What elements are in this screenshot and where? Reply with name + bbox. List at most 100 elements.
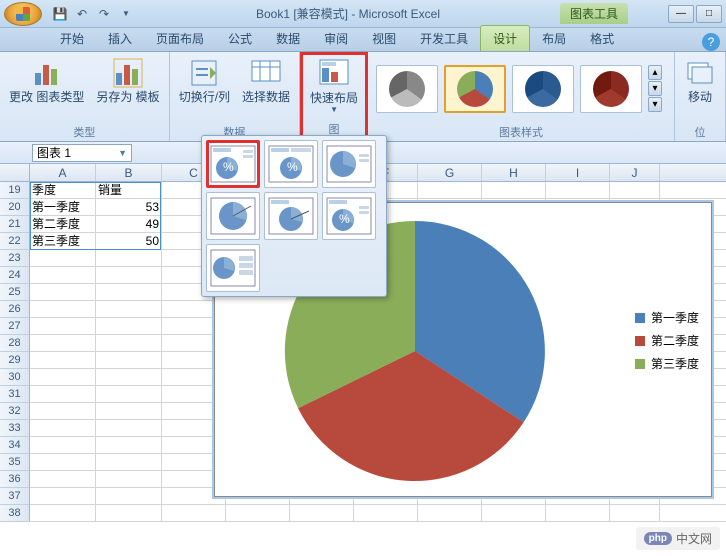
tab-insert[interactable]: 插入	[96, 26, 144, 51]
col-header-B[interactable]: B	[96, 164, 162, 181]
change-chart-type-button[interactable]: 更改 图表类型	[4, 54, 89, 107]
cell[interactable]	[30, 250, 96, 266]
row-header[interactable]: 26	[0, 301, 30, 318]
cell[interactable]	[96, 318, 162, 334]
cell[interactable]: 季度	[30, 182, 96, 198]
minimize-button[interactable]: —	[668, 5, 694, 23]
cell[interactable]	[30, 454, 96, 470]
cell[interactable]	[96, 267, 162, 283]
row-header[interactable]: 34	[0, 437, 30, 454]
row-header[interactable]: 33	[0, 420, 30, 437]
layout-option-7[interactable]	[206, 244, 260, 292]
cell[interactable]	[96, 301, 162, 317]
col-header-J[interactable]: J	[610, 164, 660, 181]
cell[interactable]	[290, 505, 354, 521]
layout-option-3[interactable]	[322, 140, 376, 188]
cell[interactable]	[30, 318, 96, 334]
cell[interactable]	[30, 471, 96, 487]
row-header[interactable]: 25	[0, 284, 30, 301]
layout-option-4[interactable]	[206, 192, 260, 240]
cell[interactable]	[96, 454, 162, 470]
row-header[interactable]: 20	[0, 199, 30, 216]
row-header[interactable]: 19	[0, 182, 30, 199]
cell[interactable]	[30, 420, 96, 436]
cell[interactable]	[30, 505, 96, 521]
row-header[interactable]: 22	[0, 233, 30, 250]
tab-data[interactable]: 数据	[264, 26, 312, 51]
cell[interactable]: 第三季度	[30, 233, 96, 249]
layout-option-6[interactable]: %	[322, 192, 376, 240]
row-header[interactable]: 28	[0, 335, 30, 352]
cell[interactable]	[226, 505, 290, 521]
cell[interactable]	[30, 352, 96, 368]
save-as-template-button[interactable]: 另存为 模板	[91, 54, 164, 107]
chart-style-3[interactable]	[512, 65, 574, 113]
cell[interactable]	[30, 284, 96, 300]
col-header-A[interactable]: A	[30, 164, 96, 181]
cell[interactable]	[96, 420, 162, 436]
cell[interactable]: 第二季度	[30, 216, 96, 232]
gallery-scroll-down-icon[interactable]: ▾	[648, 81, 662, 96]
cell[interactable]	[482, 505, 546, 521]
select-data-button[interactable]: 选择数据	[237, 54, 295, 107]
layout-option-1[interactable]: %	[206, 140, 260, 188]
select-all-corner[interactable]	[0, 164, 30, 181]
cell[interactable]	[610, 505, 660, 521]
col-header-G[interactable]: G	[418, 164, 482, 181]
cell[interactable]	[30, 369, 96, 385]
cell[interactable]	[96, 471, 162, 487]
cell[interactable]	[30, 403, 96, 419]
cell[interactable]	[96, 403, 162, 419]
maximize-button[interactable]: □	[696, 5, 722, 23]
chart-style-1[interactable]	[376, 65, 438, 113]
quick-layout-button[interactable]: 快速布局 ▼	[305, 55, 363, 117]
move-chart-button[interactable]: 移动	[679, 54, 721, 107]
legend-item-q3[interactable]: 第三季度	[635, 355, 699, 372]
gallery-scroll-up-icon[interactable]: ▴	[648, 65, 662, 80]
cell[interactable]	[354, 505, 418, 521]
office-button[interactable]	[4, 2, 42, 26]
cell[interactable]	[96, 488, 162, 504]
switch-row-column-button[interactable]: 切换行/列	[174, 54, 235, 107]
cell[interactable]	[418, 182, 482, 198]
cell[interactable]	[96, 284, 162, 300]
cell[interactable]	[418, 505, 482, 521]
chart-style-2[interactable]	[444, 65, 506, 113]
cell[interactable]	[162, 505, 226, 521]
help-icon[interactable]: ?	[702, 33, 720, 51]
tab-formulas[interactable]: 公式	[216, 26, 264, 51]
row-header[interactable]: 24	[0, 267, 30, 284]
row-header[interactable]: 36	[0, 471, 30, 488]
cell[interactable]	[96, 437, 162, 453]
cell[interactable]	[96, 386, 162, 402]
legend-item-q2[interactable]: 第二季度	[635, 332, 699, 349]
cell[interactable]: 第一季度	[30, 199, 96, 215]
row-header[interactable]: 37	[0, 488, 30, 505]
gallery-more-icon[interactable]: ▾	[648, 97, 662, 112]
cell[interactable]	[96, 505, 162, 521]
cell[interactable]: 50	[96, 233, 162, 249]
row-header[interactable]: 38	[0, 505, 30, 522]
cell[interactable]	[482, 182, 546, 198]
tab-format[interactable]: 格式	[578, 26, 626, 51]
row-header[interactable]: 23	[0, 250, 30, 267]
layout-option-2[interactable]: %	[264, 140, 318, 188]
tab-layout[interactable]: 布局	[530, 26, 578, 51]
cell[interactable]	[96, 369, 162, 385]
cell[interactable]	[610, 182, 660, 198]
name-box-dropdown-icon[interactable]: ▼	[118, 148, 127, 158]
tab-design[interactable]: 设计	[480, 25, 530, 51]
chart-legend[interactable]: 第一季度 第二季度 第三季度	[635, 303, 699, 378]
layout-option-5[interactable]	[264, 192, 318, 240]
table-row[interactable]	[30, 505, 726, 522]
row-header[interactable]: 27	[0, 318, 30, 335]
cell[interactable]	[30, 488, 96, 504]
undo-icon[interactable]: ↶	[72, 4, 92, 24]
cell[interactable]	[96, 335, 162, 351]
chart-style-4[interactable]	[580, 65, 642, 113]
row-header[interactable]: 21	[0, 216, 30, 233]
cell[interactable]	[30, 437, 96, 453]
row-header[interactable]: 29	[0, 352, 30, 369]
cell[interactable]	[30, 301, 96, 317]
tab-pagelayout[interactable]: 页面布局	[144, 26, 216, 51]
